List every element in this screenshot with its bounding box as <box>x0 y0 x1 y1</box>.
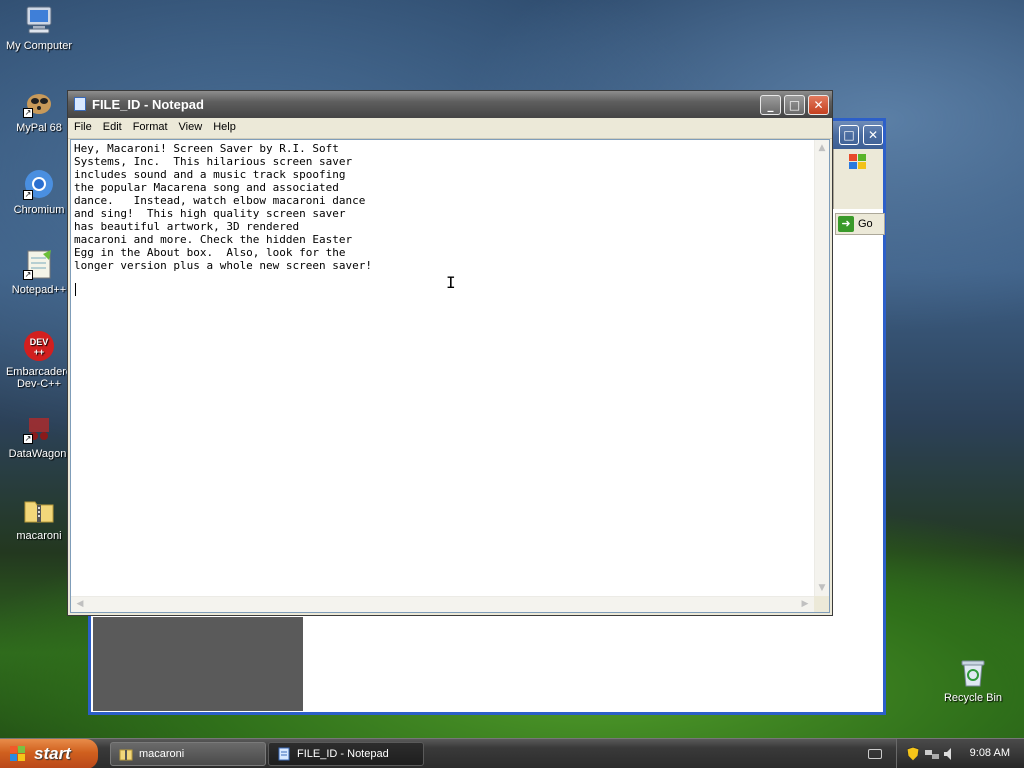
notepadpp-icon: ↗ <box>23 248 55 280</box>
desktop-icon-macaroni[interactable]: macaroni <box>2 494 76 542</box>
menu-view[interactable]: View <box>173 118 208 138</box>
desktop-icon-label: DataWagon. <box>8 448 70 460</box>
keyboard-icon[interactable] <box>868 749 882 759</box>
window-title: FILE_ID - Notepad <box>92 97 204 112</box>
desktop-icon-my-computer[interactable]: My Computer <box>2 4 76 52</box>
minimize-button[interactable]: _ <box>760 95 781 115</box>
computer-icon <box>23 4 55 36</box>
go-label: Go <box>858 218 873 230</box>
folder-zip-icon <box>23 494 55 526</box>
chromium-icon: ↗ <box>23 168 55 200</box>
close-icon: ✕ <box>813 98 824 112</box>
desktop-icon-label: macaroni <box>16 530 62 542</box>
windows-logo-icon <box>10 746 26 762</box>
folder-zip-icon <box>119 747 133 761</box>
horizontal-scrollbar[interactable]: ◀ ▶ <box>71 596 814 612</box>
taskbar-button-macaroni[interactable]: macaroni <box>110 742 266 766</box>
desktop-icon-notepadpp[interactable]: ↗ Notepad++ <box>2 248 76 296</box>
close-button[interactable]: ✕ <box>808 95 829 115</box>
maximize-icon: □ <box>788 98 801 112</box>
menu-file[interactable]: File <box>68 118 97 138</box>
recycle-bin-icon <box>957 656 989 688</box>
notepad-icon <box>74 97 86 111</box>
desktop-icon-label: Notepad++ <box>11 284 67 296</box>
text-caret <box>75 283 76 296</box>
maximize-button[interactable]: □ <box>839 125 859 145</box>
desktop-icon-label: Recycle Bin <box>943 692 1003 704</box>
desktop-icon-chromium[interactable]: ↗ Chromium <box>2 168 76 216</box>
taskbar-button-label: FILE_ID - Notepad <box>297 748 389 760</box>
security-shield-icon[interactable] <box>906 746 920 762</box>
go-button[interactable]: ➜ Go <box>835 213 885 235</box>
clock[interactable]: 9:08 AM <box>970 747 1010 759</box>
desktop-icon-label: MyPal 68 <box>16 122 62 134</box>
minimize-icon: _ <box>767 98 774 112</box>
notepad-titlebar[interactable]: FILE_ID - Notepad _ □ ✕ <box>68 91 832 118</box>
document-text[interactable]: Hey, Macaroni! Screen Saver by R.I. Soft… <box>74 142 809 594</box>
dark-panel <box>93 617 303 711</box>
datawagon-icon: ↗ <box>23 412 55 444</box>
menu-format[interactable]: Format <box>127 118 173 138</box>
scroll-right-icon[interactable]: ▶ <box>798 597 812 611</box>
taskbar: start macaroni FILE_ID - Notepad 9:08 AM <box>0 738 1024 768</box>
taskbar-button-notepad[interactable]: FILE_ID - Notepad <box>268 742 424 766</box>
taskbar-button-label: macaroni <box>139 748 185 760</box>
svg-text:DEV: DEV <box>30 337 49 347</box>
scroll-down-icon[interactable]: ▼ <box>815 581 829 595</box>
text-editor-area[interactable]: Hey, Macaroni! Screen Saver by R.I. Soft… <box>70 139 830 613</box>
scroll-up-icon[interactable]: ▲ <box>815 141 829 155</box>
desktop-icon-label: Chromium <box>13 204 65 216</box>
resize-grip[interactable] <box>814 596 829 612</box>
menu-edit[interactable]: Edit <box>97 118 127 138</box>
vertical-scrollbar[interactable]: ▲ ▼ <box>814 140 829 596</box>
scroll-left-icon[interactable]: ◀ <box>73 597 87 611</box>
maximize-button[interactable]: □ <box>784 95 805 115</box>
mouse-cursor-ibeam-icon: I <box>446 273 456 292</box>
notepad-window[interactable]: FILE_ID - Notepad _ □ ✕ File Edit Format Vi… <box>67 90 833 616</box>
start-button[interactable]: start <box>0 739 98 768</box>
system-tray: 9:08 AM <box>896 739 1024 768</box>
network-icon[interactable] <box>925 747 939 761</box>
svg-text:++: ++ <box>34 347 45 357</box>
devcpp-icon: DEV ++ <box>23 330 55 362</box>
desktop-icon-label: Embarcadero Dev-C++ <box>5 366 73 390</box>
menu-bar: File Edit Format View Help <box>68 118 832 139</box>
notepad-icon <box>277 747 291 761</box>
desktop-icon-label: My Computer <box>5 40 73 52</box>
desktop-icon-recycle-bin[interactable]: Recycle Bin <box>936 656 1010 704</box>
go-arrow-icon: ➜ <box>838 216 854 232</box>
menu-help[interactable]: Help <box>207 118 241 138</box>
windows-flag-icon <box>848 153 868 175</box>
browser-toolbar <box>833 149 883 209</box>
volume-icon[interactable] <box>943 747 955 761</box>
mypal-icon: ↗ <box>23 86 55 118</box>
close-button[interactable]: ✕ <box>863 125 883 145</box>
desktop-icon-mypal[interactable]: ↗ MyPal 68 <box>2 86 76 134</box>
desktop-icon-devcpp[interactable]: DEV ++ Embarcadero Dev-C++ <box>2 330 76 390</box>
start-label: start <box>34 744 71 763</box>
desktop-icon-datawagon[interactable]: ↗ DataWagon. <box>2 412 76 460</box>
